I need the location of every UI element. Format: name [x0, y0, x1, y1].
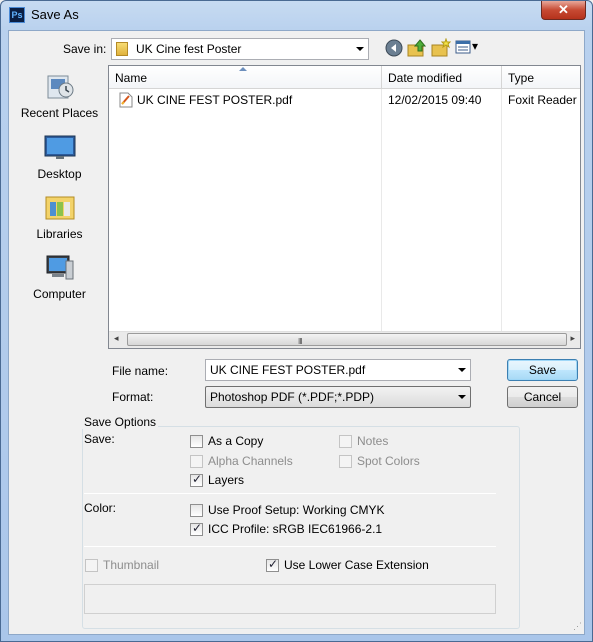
new-folder-button[interactable] — [431, 37, 452, 58]
dialog-title: Save As — [31, 7, 79, 22]
save-in-dropdown[interactable]: UK Cine fest Poster — [111, 38, 369, 60]
back-button[interactable] — [385, 39, 405, 59]
grip-icon: III — [298, 337, 303, 346]
save-options-title: Save Options — [82, 415, 159, 429]
dialog-body: Save in: UK Cine fest Poster ▾ Recent Pl… — [8, 30, 585, 635]
cancel-button[interactable]: Cancel — [507, 386, 578, 408]
file-name-label: File name: — [112, 364, 169, 378]
format-label: Format: — [112, 390, 154, 404]
horizontal-scrollbar[interactable]: ◂ III ▸ — [109, 331, 580, 348]
column-divider — [501, 89, 502, 333]
chevron-down-icon — [458, 368, 466, 372]
close-button[interactable]: ✕ — [541, 1, 586, 20]
file-name-input[interactable]: UK CINE FEST POSTER.pdf — [205, 359, 471, 381]
view-list-icon — [455, 40, 471, 54]
save-in-value: UK Cine fest Poster — [136, 42, 242, 56]
table-row[interactable]: UK CINE FEST POSTER.pdf 12/02/2015 09:40… — [109, 90, 580, 110]
computer-icon — [44, 251, 76, 283]
sort-ascending-icon — [239, 67, 247, 71]
checkmark-icon: ✓ — [192, 521, 203, 535]
place-recent-places[interactable]: Recent Places — [10, 70, 109, 120]
save-as-dialog: Ps Save As ✕ Save in: UK Cine fest Poste… — [0, 0, 593, 642]
save-button[interactable]: Save — [507, 359, 578, 381]
place-computer[interactable]: Computer — [10, 251, 109, 301]
up-one-level-button[interactable] — [407, 38, 427, 58]
save-in-label: Save in: — [63, 42, 107, 56]
format-value: Photoshop PDF (*.PDF;*.PDP) — [210, 390, 375, 404]
chevron-down-icon — [458, 395, 466, 399]
recent-places-icon — [44, 70, 76, 102]
scroll-left-icon[interactable]: ◂ — [114, 333, 119, 344]
column-header-date-modified[interactable]: Date modified — [382, 66, 502, 89]
folder-icon — [116, 42, 128, 56]
photoshop-app-icon: Ps — [9, 7, 25, 23]
column-header-type[interactable]: Type — [502, 66, 580, 89]
up-folder-icon — [407, 39, 427, 57]
divider — [84, 546, 496, 547]
file-list[interactable]: Name Date modified Type UK CINE FEST POS… — [108, 65, 581, 349]
type-cell: Foxit Reader P — [508, 93, 580, 107]
chevron-down-icon — [356, 47, 364, 51]
desktop-icon — [44, 131, 76, 163]
file-name-value: UK CINE FEST POSTER.pdf — [210, 363, 366, 377]
save-section-label: Save: — [84, 432, 115, 446]
chevron-down-icon: ▾ — [472, 39, 479, 53]
date-modified-cell: 12/02/2015 09:40 — [388, 93, 482, 107]
place-label: Desktop — [37, 167, 82, 181]
place-libraries[interactable]: Libraries — [10, 191, 109, 241]
pdf-file-icon — [119, 92, 133, 108]
place-label: Computer — [33, 287, 86, 301]
color-section-label: Color: — [84, 501, 117, 515]
scroll-right-icon[interactable]: ▸ — [570, 333, 575, 344]
place-desktop[interactable]: Desktop — [10, 131, 109, 181]
title-bar[interactable]: Ps Save As ✕ — [1, 1, 592, 29]
checkmark-icon: ✓ — [192, 472, 203, 486]
place-label: Recent Places — [20, 106, 99, 120]
column-divider — [381, 89, 382, 333]
place-label: Libraries — [36, 227, 83, 241]
scrollbar-thumb[interactable]: III — [127, 333, 567, 346]
description-box — [84, 584, 496, 614]
view-menu-button[interactable]: ▾ — [455, 39, 481, 59]
places-bar: Recent Places Desktop Libraries Computer — [10, 65, 109, 405]
checkmark-icon: ✓ — [268, 557, 279, 571]
divider — [84, 493, 496, 494]
back-arrow-icon — [385, 39, 403, 57]
resize-grip-icon[interactable]: ⋰ — [573, 621, 582, 632]
libraries-icon — [44, 191, 76, 223]
column-header-name[interactable]: Name — [109, 66, 382, 89]
format-dropdown[interactable]: Photoshop PDF (*.PDF;*.PDP) — [205, 386, 471, 408]
new-folder-icon — [431, 37, 452, 57]
file-name-cell: UK CINE FEST POSTER.pdf — [137, 93, 293, 107]
